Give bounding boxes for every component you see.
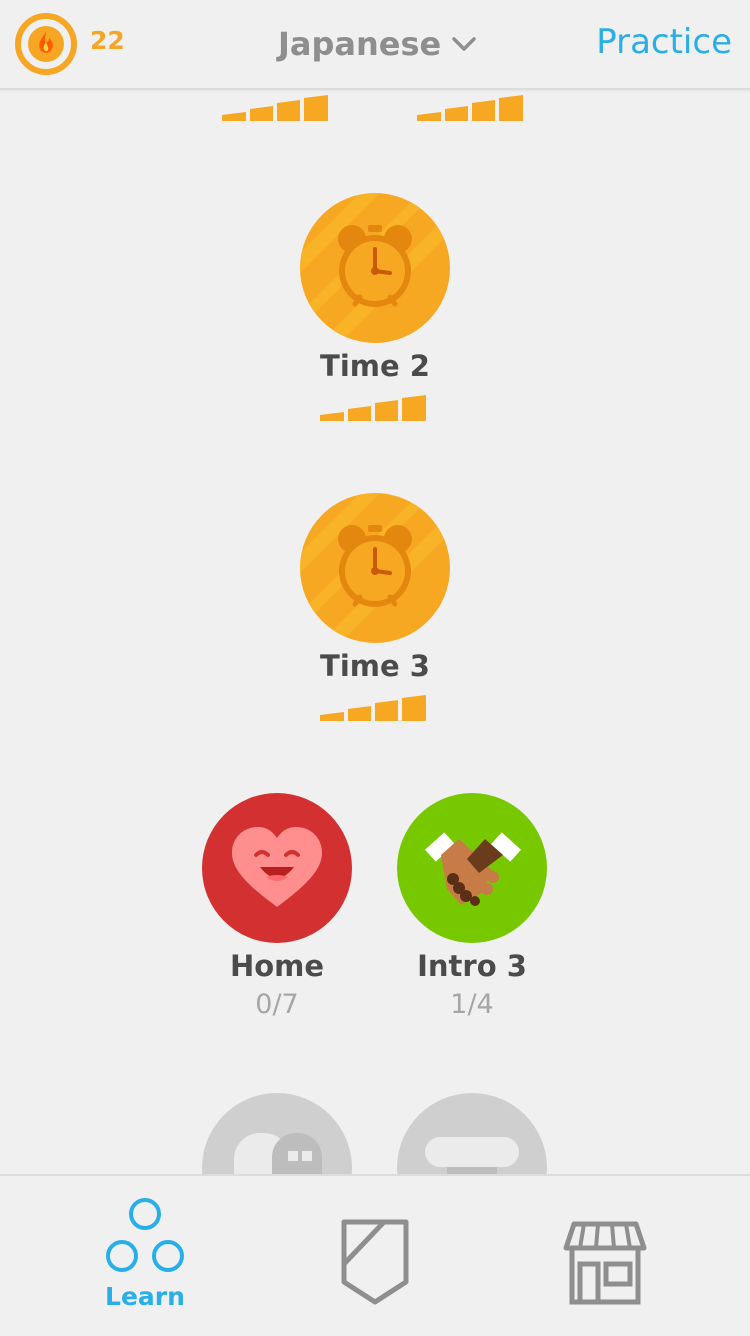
- strength-bars: [320, 695, 426, 721]
- skill-time-3[interactable]: Time 3: [300, 493, 450, 683]
- skill-progress: 0/7: [255, 989, 299, 1020]
- strength-bars: [320, 395, 426, 421]
- smiling-heart-icon: [202, 793, 352, 943]
- skill-home[interactable]: Home 0/7: [202, 793, 352, 1020]
- streak-count: 22: [90, 26, 125, 55]
- chevron-down-icon: [452, 37, 476, 51]
- shield-icon: [341, 1219, 409, 1305]
- skill-time-2[interactable]: Time 2: [300, 193, 450, 383]
- language-selector[interactable]: Japanese: [278, 22, 477, 66]
- practice-button[interactable]: Practice: [596, 22, 732, 62]
- learn-icon: [106, 1198, 184, 1272]
- skill-name: Intro 3: [417, 949, 527, 983]
- language-label: Japanese: [278, 25, 442, 63]
- skill-progress: 1/4: [450, 989, 494, 1020]
- alarm-clock-icon: [300, 193, 450, 343]
- streak-flame-icon[interactable]: [14, 12, 78, 76]
- strength-bars: [222, 95, 328, 121]
- bottom-tab-bar: Learn: [0, 1174, 750, 1336]
- tab-learn-label: Learn: [105, 1282, 185, 1311]
- shop-icon: [563, 1221, 647, 1305]
- strength-bars: [417, 95, 523, 121]
- tab-shop[interactable]: [530, 1196, 680, 1326]
- skill-intro-3[interactable]: Intro 3 1/4: [397, 793, 547, 1020]
- skill-name: Home: [229, 949, 325, 983]
- tab-leagues[interactable]: [300, 1196, 450, 1326]
- tab-learn[interactable]: Learn: [70, 1196, 220, 1326]
- top-bar: 22 Japanese Practice: [0, 0, 750, 90]
- alarm-clock-icon: [300, 493, 450, 643]
- skill-name: Time 2: [320, 349, 430, 383]
- handshake-icon: [397, 793, 547, 943]
- skill-name: Time 3: [320, 649, 430, 683]
